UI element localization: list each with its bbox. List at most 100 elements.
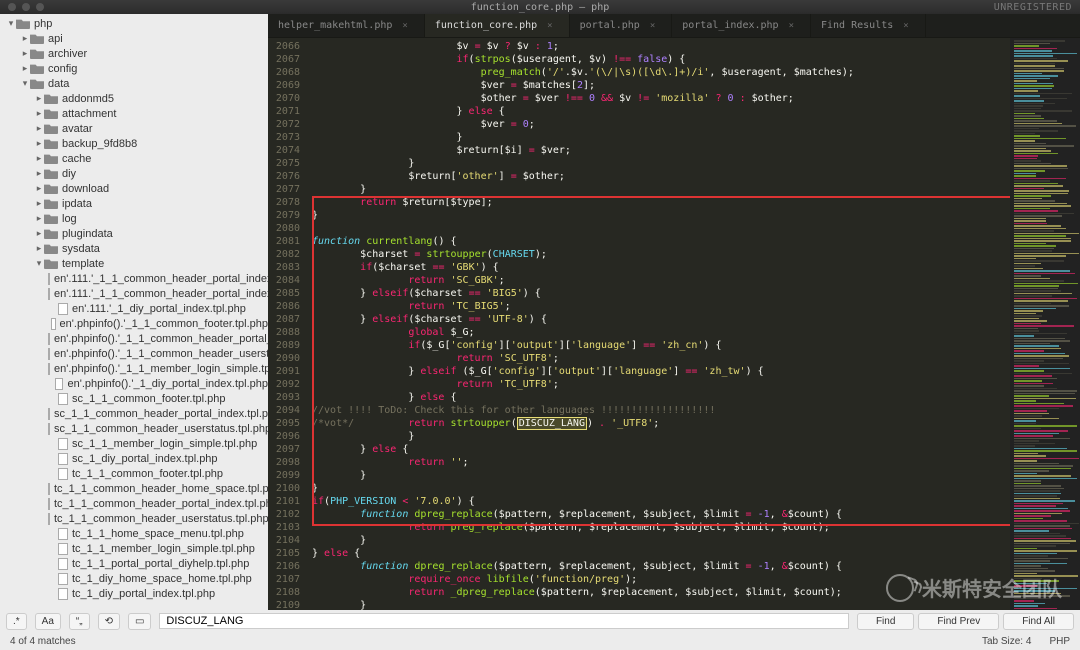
chevron-right-icon[interactable]: ▸ — [34, 93, 44, 104]
chevron-right-icon[interactable]: ▸ — [34, 198, 44, 209]
tab-Find-Results[interactable]: Find Results× — [811, 14, 926, 37]
chevron-right-icon[interactable]: ▸ — [34, 153, 44, 164]
sidebar[interactable]: ▾ php ▸api▸archiver▸config▾data▸addonmd5… — [0, 14, 268, 610]
word-toggle[interactable]: “„ — [69, 613, 90, 630]
minimize-window-icon[interactable] — [22, 3, 30, 11]
chevron-down-icon[interactable]: ▾ — [6, 18, 16, 29]
chevron-right-icon[interactable]: ▸ — [34, 123, 44, 134]
tab-portal-php[interactable]: portal.php× — [570, 14, 673, 37]
file-icon — [48, 288, 50, 300]
chevron-right-icon[interactable]: ▸ — [34, 108, 44, 119]
folder-icon — [30, 78, 44, 89]
file-icon — [58, 438, 68, 450]
chevron-right-icon[interactable]: ▸ — [34, 243, 44, 254]
regex-toggle[interactable]: .* — [6, 613, 27, 630]
search-input[interactable] — [159, 613, 849, 629]
in-selection-toggle[interactable]: ▭ — [128, 613, 151, 630]
close-icon[interactable]: × — [903, 21, 908, 31]
zoom-window-icon[interactable] — [36, 3, 44, 11]
chevron-right-icon[interactable]: ▸ — [34, 213, 44, 224]
chevron-right-icon[interactable]: ▸ — [34, 168, 44, 179]
find-prev-button[interactable]: Find Prev — [918, 613, 999, 630]
file-item[interactable]: en'.111.'_1_diy_portal_index.tpl.php — [0, 301, 268, 316]
folder-backup_9fd8b8[interactable]: ▸backup_9fd8b8 — [0, 136, 268, 151]
tab-size[interactable]: Tab Size: 4 — [982, 636, 1031, 647]
tab-helper_makehtml-php[interactable]: helper_makehtml.php× — [268, 14, 425, 37]
folder-avatar[interactable]: ▸avatar — [0, 121, 268, 136]
chevron-right-icon[interactable]: ▸ — [20, 48, 30, 59]
chevron-right-icon[interactable]: ▸ — [34, 183, 44, 194]
close-icon[interactable]: × — [402, 21, 407, 31]
file-item[interactable]: tc_1_1_home_space_menu.tpl.php — [0, 526, 268, 541]
file-item[interactable]: tc_1_diy_portal_index.tpl.php — [0, 586, 268, 601]
code-area[interactable]: $v = $v ? $v : 1; if(strpos($useragent, … — [308, 38, 1010, 610]
folder-icon — [44, 108, 58, 119]
folder-root[interactable]: ▾ php — [0, 16, 268, 31]
file-item[interactable]: en'.phpinfo().'_1_1_member_login_simple.… — [0, 361, 268, 376]
chevron-right-icon[interactable]: ▸ — [20, 63, 30, 74]
folder-archiver[interactable]: ▸archiver — [0, 46, 268, 61]
file-icon — [58, 558, 68, 570]
file-item[interactable]: en'.phpinfo().'_1_1_common_footer.tpl.ph… — [0, 316, 268, 331]
file-icon — [58, 393, 68, 405]
window-title: function_core.php — php — [471, 2, 609, 13]
file-item[interactable]: en'.111.'_1_1_common_header_portal_index… — [0, 271, 268, 286]
chevron-right-icon[interactable]: ▸ — [34, 138, 44, 149]
file-item[interactable]: en'.phpinfo().'_1_diy_portal_index.tpl.p… — [0, 376, 268, 391]
folder-download[interactable]: ▸download — [0, 181, 268, 196]
folder-icon — [44, 123, 58, 134]
folder-config[interactable]: ▸config — [0, 61, 268, 76]
folder-icon — [44, 213, 58, 224]
file-item[interactable]: tc_1_1_member_login_simple.tpl.php — [0, 541, 268, 556]
file-item[interactable]: en'.phpinfo().'_1_1_common_header_portal… — [0, 331, 268, 346]
close-window-icon[interactable] — [8, 3, 16, 11]
folder-plugindata[interactable]: ▸plugindata — [0, 226, 268, 241]
close-icon[interactable]: × — [789, 21, 794, 31]
file-item[interactable]: tc_1_diy_home_space_home.tpl.php — [0, 571, 268, 586]
chevron-down-icon[interactable]: ▾ — [34, 258, 44, 269]
traffic-lights[interactable] — [8, 3, 44, 11]
minimap[interactable] — [1010, 38, 1080, 610]
folder-log[interactable]: ▸log — [0, 211, 268, 226]
folder-diy[interactable]: ▸diy — [0, 166, 268, 181]
file-item[interactable]: sc_1_1_common_header_userstatus.tpl.php — [0, 421, 268, 436]
folder-ipdata[interactable]: ▸ipdata — [0, 196, 268, 211]
file-item[interactable]: sc_1_1_common_header_portal_index.tpl.ph… — [0, 406, 268, 421]
tab-portal_index-php[interactable]: portal_index.php× — [672, 14, 811, 37]
folder-attachment[interactable]: ▸attachment — [0, 106, 268, 121]
syntax-lang[interactable]: PHP — [1049, 636, 1070, 647]
file-item[interactable]: en'.phpinfo().'_1_1_common_header_userst… — [0, 346, 268, 361]
folder-icon — [16, 18, 30, 29]
chevron-right-icon[interactable]: ▸ — [34, 228, 44, 239]
file-item[interactable]: tc_1_1_common_header_portal_index.tpl.ph… — [0, 496, 268, 511]
folder-addonmd5[interactable]: ▸addonmd5 — [0, 91, 268, 106]
folder-api[interactable]: ▸api — [0, 31, 268, 46]
folder-cache[interactable]: ▸cache — [0, 151, 268, 166]
file-item[interactable]: tc_1_1_common_footer.tpl.php — [0, 466, 268, 481]
find-bar: .* Aa “„ ⟲ ▭ Find Find Prev Find All — [0, 610, 1080, 632]
folder-data[interactable]: ▾data — [0, 76, 268, 91]
line-gutter[interactable]: 2066 2067 2068 2069 2070 2071 2072 2073 … — [268, 38, 308, 610]
close-icon[interactable]: × — [650, 21, 655, 31]
file-icon — [48, 363, 50, 375]
close-icon[interactable]: × — [547, 21, 552, 31]
chevron-down-icon[interactable]: ▾ — [20, 78, 30, 89]
folder-template[interactable]: ▾template — [0, 256, 268, 271]
file-item[interactable]: sc_1_1_member_login_simple.tpl.php — [0, 436, 268, 451]
file-item[interactable]: sc_1_1_common_footer.tpl.php — [0, 391, 268, 406]
tab-function_core-php[interactable]: function_core.php× — [425, 14, 570, 37]
titlebar: function_core.php — php UNREGISTERED — [0, 0, 1080, 14]
file-item[interactable]: sc_1_diy_portal_index.tpl.php — [0, 451, 268, 466]
folder-sysdata[interactable]: ▸sysdata — [0, 241, 268, 256]
file-item[interactable]: tc_1_1_common_header_userstatus.tpl.php — [0, 511, 268, 526]
file-item[interactable]: tc_1_1_portal_portal_diyhelp.tpl.php — [0, 556, 268, 571]
file-item[interactable]: en'.111.'_1_1_common_header_portal_index… — [0, 286, 268, 301]
wrap-toggle[interactable]: ⟲ — [98, 613, 120, 630]
folder-icon — [44, 93, 58, 104]
find-button[interactable]: Find — [857, 613, 914, 630]
file-item[interactable]: tc_1_1_common_header_home_space.tpl.php — [0, 481, 268, 496]
chevron-right-icon[interactable]: ▸ — [20, 33, 30, 44]
folder-icon — [30, 63, 44, 74]
case-toggle[interactable]: Aa — [35, 613, 61, 630]
find-all-button[interactable]: Find All — [1003, 613, 1074, 630]
